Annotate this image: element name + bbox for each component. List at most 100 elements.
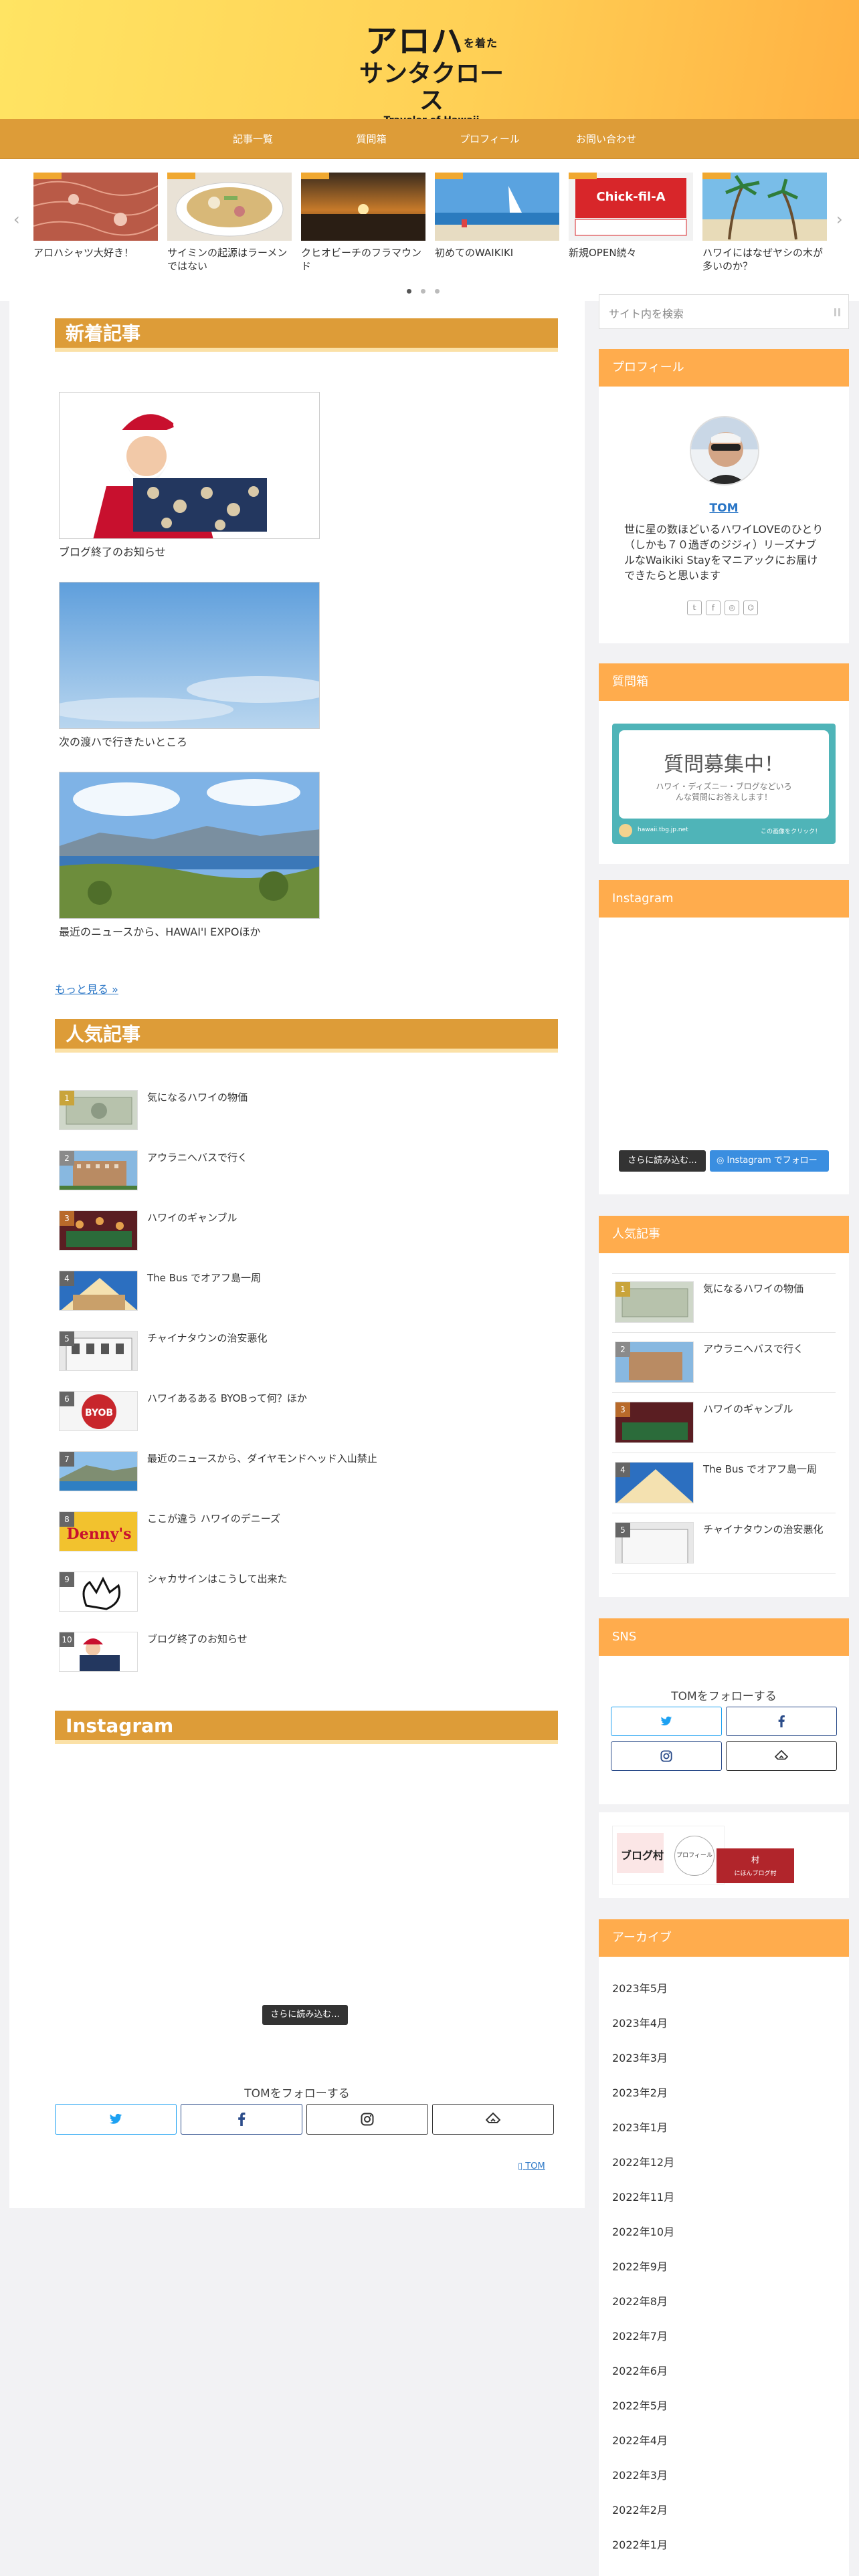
- facebook-follow-button[interactable]: [181, 2104, 302, 2135]
- popular-thumb[interactable]: 7: [59, 1451, 138, 1491]
- sidebar-popular-title[interactable]: ハワイのギャンブル: [703, 1402, 793, 1416]
- popular-thumb[interactable]: 2: [59, 1150, 138, 1190]
- new-post-title[interactable]: ブログ終了のお知らせ: [59, 543, 166, 559]
- popular-thumb[interactable]: 4: [59, 1271, 138, 1311]
- more-link[interactable]: もっと見る »: [55, 980, 118, 996]
- sidebar-popular-thumb[interactable]: 3: [615, 1402, 694, 1443]
- instagram-load-more-button[interactable]: さらに読み込む...: [262, 2005, 348, 2025]
- carousel-dot[interactable]: [435, 289, 440, 294]
- carousel-dot[interactable]: [421, 289, 425, 294]
- popular-title[interactable]: チャイナタウンの治安悪化: [147, 1331, 268, 1345]
- archive-link[interactable]: 2022年12月: [612, 2153, 674, 2169]
- archive-link[interactable]: 2023年3月: [612, 2049, 668, 2065]
- search-icon[interactable]: [834, 308, 842, 317]
- sidebar-popular-title[interactable]: チャイナタウンの治安悪化: [703, 1522, 824, 1536]
- feedly-icon[interactable]: ⌬: [743, 601, 758, 615]
- popular-thumb[interactable]: 1: [59, 1090, 138, 1130]
- carousel-dot[interactable]: [407, 289, 411, 294]
- sidebar-popular-thumb[interactable]: 2: [615, 1341, 694, 1383]
- facebook-icon[interactable]: f: [706, 601, 721, 615]
- site-logo[interactable]: アロハを着た サンタクロース Traveler of Hawaii: [348, 24, 515, 126]
- sidebar-instagram-follow-button[interactable]: ◎ Instagram でフォロー: [710, 1150, 829, 1172]
- blogmura-widget: ブログ村 プロフィール 村 にほんブログ村: [599, 1812, 849, 1898]
- question-footer-right: この画像をクリック！: [761, 829, 822, 835]
- archive-link[interactable]: 2022年3月: [612, 2466, 668, 2482]
- sidebar-popular-thumb[interactable]: 4: [615, 1462, 694, 1503]
- popular-title[interactable]: The Bus でオアフ島一周: [147, 1271, 261, 1285]
- instagram-icon[interactable]: ◎: [725, 601, 739, 615]
- carousel-prev-icon[interactable]: ‹: [13, 210, 20, 229]
- twitter-icon[interactable]: 𝕥: [687, 601, 702, 615]
- popular-title[interactable]: シャカサインはこうして出来た: [147, 1572, 288, 1586]
- popular-title[interactable]: アウラニへバスで行く: [147, 1150, 248, 1164]
- archive-link[interactable]: 2023年5月: [612, 1979, 668, 1996]
- sidebar-popular-thumb[interactable]: 1: [615, 1281, 694, 1323]
- question-banner[interactable]: 質問募集中！ ハワイ・ディズニー・ブログなどいろんな質問にお答えします！ haw…: [612, 724, 836, 844]
- popular-title[interactable]: ブログ終了のお知らせ: [147, 1632, 248, 1646]
- nav-item-questions[interactable]: 質問箱: [314, 119, 428, 159]
- sidebar-popular-title[interactable]: The Bus でオアフ島一周: [703, 1462, 817, 1476]
- sidebar-instagram-load-more-button[interactable]: さらに読み込む...: [619, 1150, 706, 1172]
- archive-link[interactable]: 2022年11月: [612, 2188, 674, 2204]
- question-avatar: [619, 824, 632, 837]
- rank-badge: 1: [60, 1091, 74, 1105]
- archive-link[interactable]: 2022年10月: [612, 2223, 674, 2239]
- archive-link[interactable]: 2023年2月: [612, 2084, 668, 2100]
- feedly-follow-button[interactable]: [432, 2104, 554, 2135]
- archive-link[interactable]: 2022年7月: [612, 2327, 668, 2343]
- popular-thumb[interactable]: 9: [59, 1572, 138, 1612]
- archive-link[interactable]: 2022年6月: [612, 2362, 668, 2378]
- site-header: アロハを着た サンタクロース Traveler of Hawaii: [0, 0, 859, 126]
- carousel-card[interactable]: ハワイにはなぜヤシの木が多いのか？: [702, 173, 827, 273]
- new-post-thumb[interactable]: [59, 392, 320, 539]
- sns-feedly-button[interactable]: [726, 1741, 837, 1771]
- archive-link[interactable]: 2022年5月: [612, 2397, 668, 2413]
- popular-thumb[interactable]: 10: [59, 1632, 138, 1672]
- new-post-thumb[interactable]: [59, 582, 320, 729]
- archive-link[interactable]: 2022年2月: [612, 2501, 668, 2517]
- archive-link[interactable]: 2022年1月: [612, 2536, 668, 2552]
- sidebar-popular-title[interactable]: 気になるハワイの物価: [703, 1281, 803, 1295]
- popular-thumb[interactable]: 3: [59, 1210, 138, 1251]
- new-post-title[interactable]: 最近のニュースから、HAWAI'I EXPOほか: [59, 923, 260, 939]
- new-post-thumb[interactable]: [59, 772, 320, 919]
- carousel-next-icon[interactable]: ›: [836, 210, 843, 229]
- popular-title[interactable]: ここが違う ハワイのデニーズ: [147, 1511, 280, 1525]
- popular-title[interactable]: 気になるハワイの物価: [147, 1090, 248, 1104]
- popular-thumb[interactable]: Denny's 8: [59, 1511, 138, 1551]
- new-post-title[interactable]: 次の渡ハで行きたいところ: [59, 733, 187, 749]
- twitter-follow-button[interactable]: [55, 2104, 177, 2135]
- archive-link[interactable]: 2022年9月: [612, 2258, 668, 2274]
- archive-link[interactable]: 2023年1月: [612, 2119, 668, 2135]
- archive-link[interactable]: 2022年8月: [612, 2292, 668, 2309]
- carousel-card[interactable]: 初めてのWAIKIKI: [435, 173, 559, 259]
- archive-link[interactable]: 2023年4月: [612, 2014, 668, 2030]
- new-posts-heading: 新着記事: [55, 318, 558, 352]
- carousel-card[interactable]: クヒオビーチのフラマウンド: [301, 173, 425, 273]
- nav-item-profile[interactable]: プロフィール: [433, 119, 547, 159]
- logo-text-small: を着た: [464, 37, 498, 49]
- popular-thumb[interactable]: 5: [59, 1331, 138, 1371]
- profile-name[interactable]: TOM: [599, 502, 849, 515]
- sidebar-popular-title[interactable]: アウラニへバスで行く: [703, 1341, 803, 1356]
- archive-link[interactable]: 2022年4月: [612, 2432, 668, 2448]
- carousel-card[interactable]: サイミンの起源はラーメンではない: [167, 173, 292, 273]
- carousel-card[interactable]: アロハシャツ大好き！: [33, 173, 158, 259]
- search-input[interactable]: サイト内を検索: [609, 305, 684, 321]
- author-link[interactable]: ▯ TOM: [518, 2161, 545, 2171]
- popular-title[interactable]: ハワイのギャンブル: [147, 1210, 237, 1224]
- sns-instagram-button[interactable]: [611, 1741, 722, 1771]
- sns-twitter-button[interactable]: [611, 1707, 722, 1736]
- sidebar-popular-thumb[interactable]: 5: [615, 1522, 694, 1564]
- site-search-box[interactable]: サイト内を検索: [599, 294, 849, 329]
- instagram-follow-button[interactable]: [306, 2104, 428, 2135]
- blogmura-badge[interactable]: 村 にほんブログ村: [717, 1848, 794, 1883]
- popular-title[interactable]: 最近のニュースから、ダイヤモンドヘッド入山禁止: [147, 1451, 377, 1465]
- popular-thumb[interactable]: BYOB 6: [59, 1391, 138, 1431]
- carousel-card[interactable]: Chick-fil-A 新規OPEN続々: [569, 173, 693, 259]
- blogmura-profile-banner[interactable]: ブログ村 プロフィール: [612, 1826, 725, 1885]
- popular-title[interactable]: ハワイあるある BYOBって何？ほか: [147, 1391, 307, 1405]
- nav-item-contact[interactable]: お問い合わせ: [549, 119, 663, 159]
- sns-facebook-button[interactable]: [726, 1707, 837, 1736]
- nav-item-articles[interactable]: 記事一覧: [196, 119, 310, 159]
